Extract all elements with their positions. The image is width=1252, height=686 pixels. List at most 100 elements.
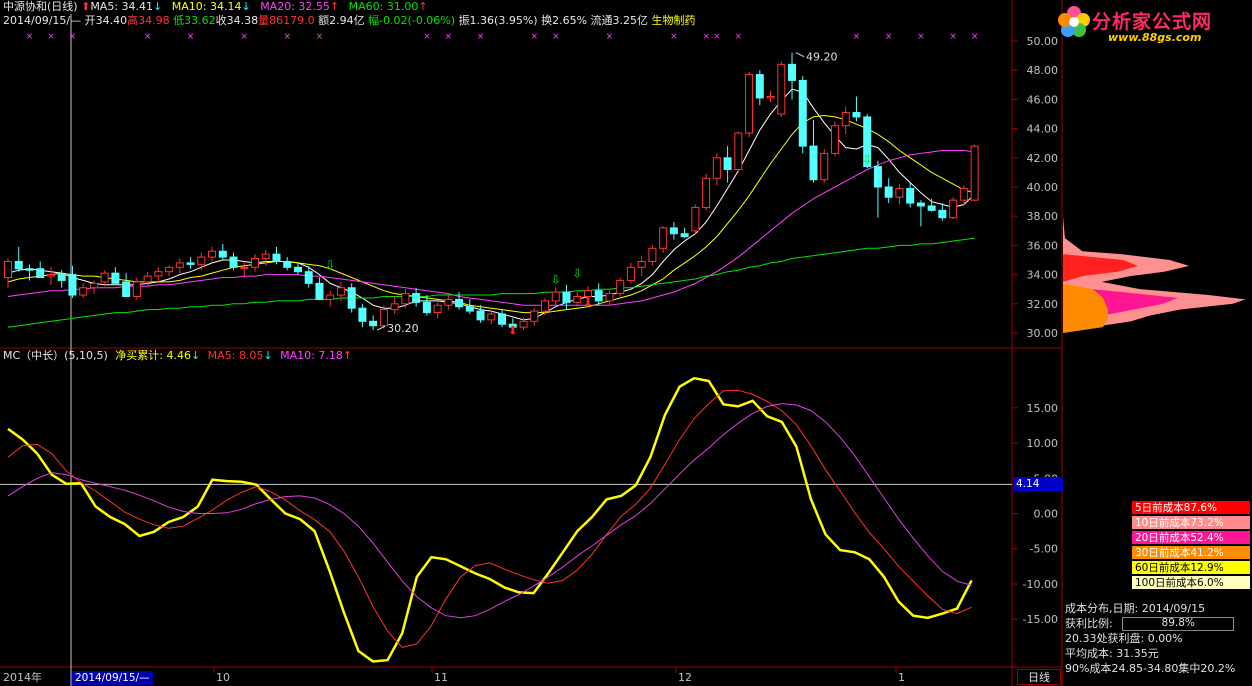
net-buy-arrow-icon: ↓ [190, 349, 201, 362]
buy-arrow-icon: ⇩ [551, 272, 561, 286]
ma5-up-arrow-icon: ⬆ [81, 0, 91, 13]
candle [530, 308, 539, 326]
signal-x-icon: × [702, 32, 710, 42]
buy-arrow-icon: ⇩ [572, 267, 582, 281]
annotation-label: 30.20 [387, 322, 419, 335]
price-axis: 30.00 32.00 34.00 36.00 38.00 40.00 42.00 44.00… [1012, 35, 1058, 340]
candle [852, 96, 861, 122]
net-buy-value: 净买累计: 4.46 [115, 349, 191, 362]
month-label: 10 [216, 671, 230, 684]
candle [616, 277, 625, 297]
candle [315, 277, 324, 300]
candle [36, 261, 45, 279]
candle [293, 262, 302, 275]
candle [412, 287, 421, 307]
signal-x-icon: × [885, 32, 893, 42]
indicator-name[interactable]: MC（中长）(5,10,5) [3, 349, 108, 362]
year-label: 2014年 [3, 671, 42, 684]
cost-legend-row: 60日前成本12.9% [1131, 560, 1251, 575]
profit-at-price: 20.33处获利盘: 0.00% [1065, 632, 1183, 645]
indicator-ma10-arrow-icon: ↑ [342, 349, 353, 362]
candle [111, 267, 120, 284]
logo-url: www.88gs.com [1108, 31, 1202, 44]
candle [691, 204, 700, 234]
ma10-down-arrow-icon: ↓ [241, 0, 251, 13]
candle [272, 246, 281, 265]
candle [573, 292, 582, 307]
period-selector[interactable]: 日线 [1017, 669, 1061, 685]
signal-x-icon: × [283, 32, 291, 42]
moving-average-lines [7, 88, 975, 328]
signal-x-icon: × [187, 32, 195, 42]
price-tick-label: 40.00 [1027, 181, 1059, 194]
candle [369, 315, 378, 331]
indicator-tick-label: -15.00 [1023, 613, 1058, 626]
indicator-tick-label: 15.00 [1027, 402, 1059, 415]
candle [100, 270, 109, 287]
price-tick-label: 44.00 [1027, 123, 1059, 136]
signal-x-icon: × [606, 32, 614, 42]
signal-x-icon: × [316, 32, 324, 42]
candle [444, 295, 453, 310]
signal-x-icon: × [949, 32, 957, 42]
cursor-date-label: 2014/09/15/— [72, 671, 153, 685]
month-label: 1 [898, 671, 905, 684]
candle [401, 289, 410, 309]
amplitude-value: 振1.36(3.95%) [458, 14, 538, 27]
signal-x-icon: × [477, 32, 485, 42]
candle [938, 203, 947, 221]
buy-arrow-icon: ⇩ [325, 258, 335, 272]
price-tick-label: 34.00 [1027, 269, 1059, 282]
candle [745, 71, 754, 138]
buy-arrow-icon: ⇩ [862, 153, 872, 167]
cost-legend-row: 10日前成本73.2% [1131, 515, 1251, 530]
candle [669, 222, 678, 240]
candle [197, 252, 206, 271]
candle [884, 178, 893, 204]
candle [949, 197, 958, 220]
candle [46, 267, 55, 285]
month-axis: 10 11 12 1 [213, 667, 905, 684]
turnover-value: 换2.65% [541, 14, 588, 27]
quote-header: 中源协和(日线) ⬆MA5: 34.41↓ MA10: 34.14↓ MA20:… [3, 0, 428, 14]
volume-value: 量86179.0 [258, 14, 315, 27]
candle [659, 226, 668, 253]
price-tick-label: 30.00 [1027, 327, 1059, 340]
candle [14, 246, 23, 272]
candle [476, 305, 485, 323]
ma60-up-arrow-icon: ↑ [418, 0, 428, 13]
signal-x-icon: × [971, 32, 979, 42]
indicator-ma10-value: MA10: 7.18 [280, 349, 343, 362]
signal-x-icon: × [853, 32, 861, 42]
sell-arrow-icon: ⬇ [508, 323, 518, 337]
candle [229, 252, 238, 271]
signal-x-icon: × [713, 32, 721, 42]
candle [433, 302, 442, 319]
date-open: 2014/09/15/— 开34.40 [3, 14, 128, 27]
candle [605, 290, 614, 306]
indicator-tick-label: -10.00 [1023, 578, 1058, 591]
candle [358, 303, 367, 328]
candle [551, 287, 560, 306]
price-tick-label: 46.00 [1027, 93, 1059, 106]
chart-frame [0, 0, 1063, 686]
price-tick-label: 48.00 [1027, 64, 1059, 77]
candle [680, 227, 689, 239]
candle [4, 258, 12, 288]
profit-ratio-value: 89.8% [1161, 617, 1195, 629]
candle [390, 296, 399, 315]
site-logo[interactable]: 分析家公式网 www.88gs.com [1052, 2, 1252, 46]
candle [175, 258, 184, 274]
cost-info: 成本分布,日期: 2014/09/15 获利比例: 89.8% 20.33处获利… [1065, 601, 1252, 676]
candle [702, 173, 711, 211]
cost-legend-row: 100日前成本6.0% [1131, 575, 1251, 590]
candle [970, 144, 979, 202]
profit-ratio-row: 获利比例: 89.8% [1065, 616, 1252, 631]
ma5-down-arrow-icon: ↓ [153, 0, 163, 13]
cost-distribution [1063, 216, 1246, 333]
candle [186, 257, 195, 269]
signal-x-icon: × [144, 32, 152, 42]
signal-x-icon: × [47, 32, 55, 42]
stock-title[interactable]: 中源协和(日线) [3, 0, 78, 13]
annotation-label: 49.20 [806, 51, 838, 64]
